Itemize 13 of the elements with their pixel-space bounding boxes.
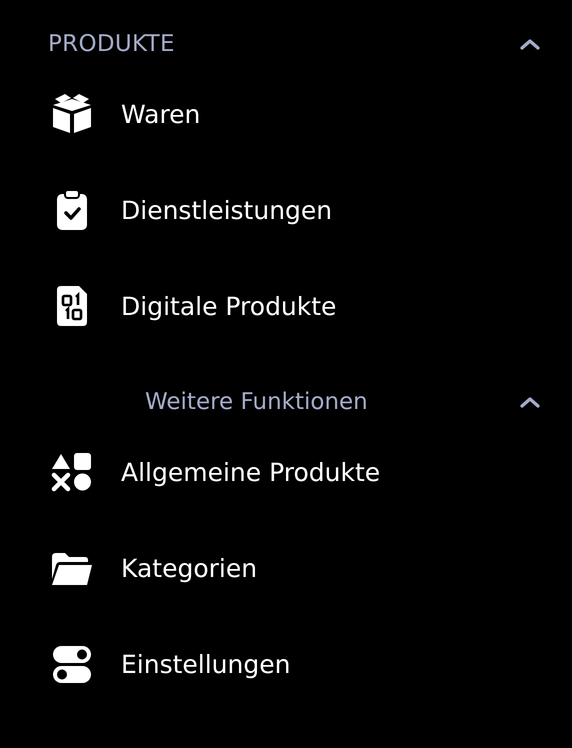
menu-item[interactable]: Kategorien [121, 554, 258, 582]
menu-item[interactable]: Einstellungen [121, 650, 290, 678]
chevron-up-icon[interactable] [520, 38, 540, 50]
menu-item[interactable]: Allgemeine Produkte [121, 458, 380, 486]
section-title[interactable]: PRODUKTE [48, 31, 175, 57]
subsection-title[interactable]: Weitere Funktionen [145, 389, 368, 415]
menu-item[interactable]: Waren [121, 100, 200, 128]
box-icon [51, 93, 93, 135]
menu-item[interactable]: Dienstleistungen [121, 196, 332, 224]
chevron-up-icon[interactable] [520, 396, 540, 408]
toggles-icon [51, 643, 93, 685]
menu-item[interactable]: Digitale Produkte [121, 292, 336, 320]
shapes-icon [51, 451, 93, 493]
